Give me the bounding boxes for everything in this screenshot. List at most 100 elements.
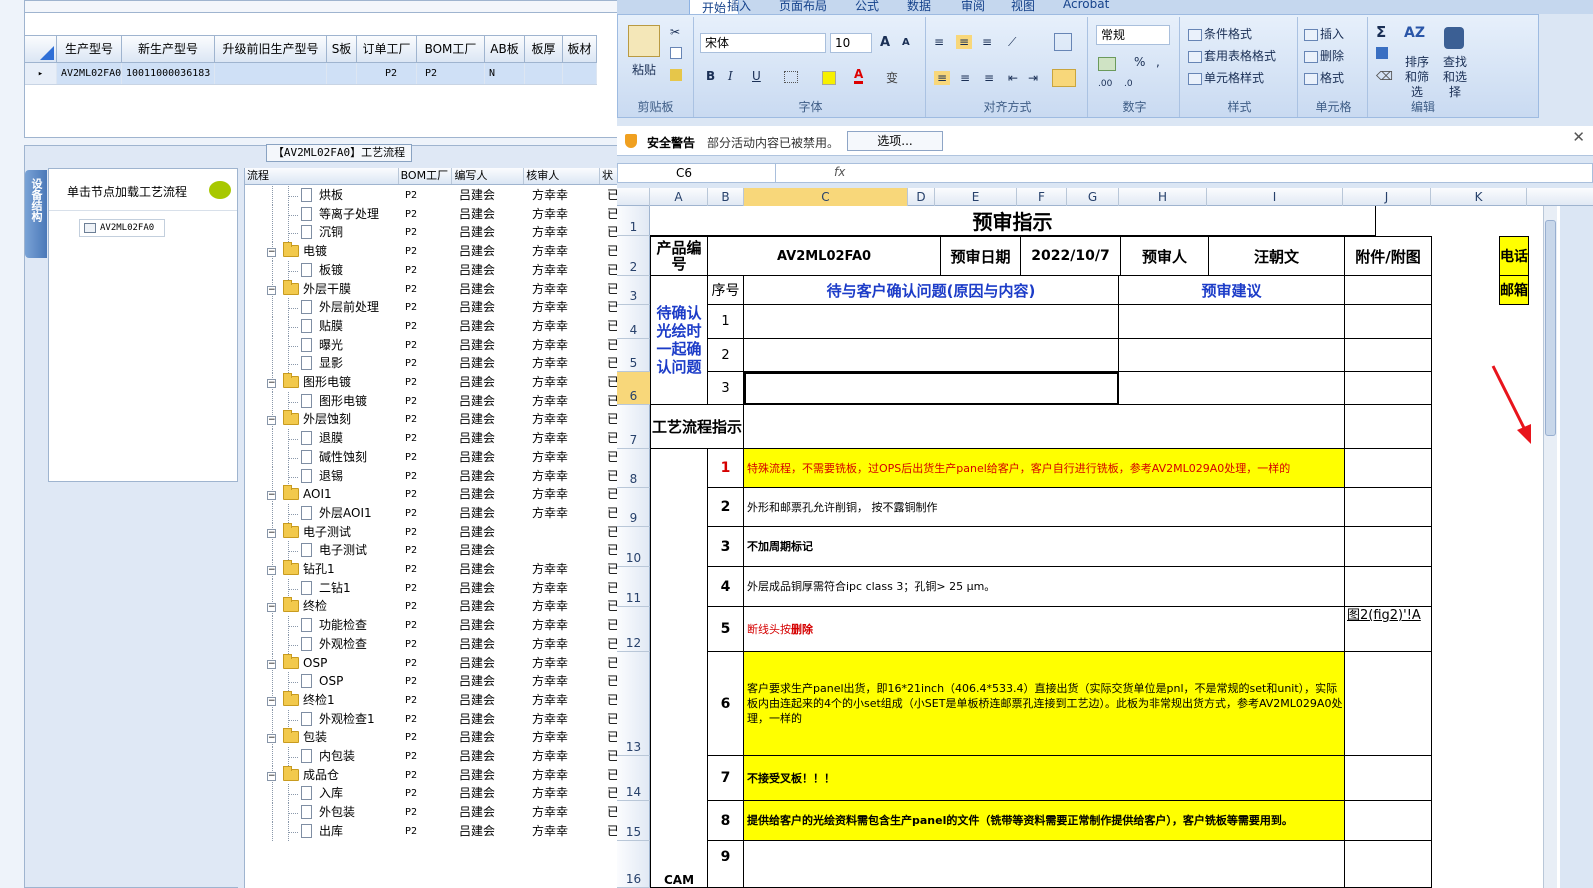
delete-button[interactable]: 删除: [1304, 47, 1344, 64]
sort-filter-icon[interactable]: AZ: [1404, 25, 1428, 49]
tree-row[interactable]: 电子测试 P2 吕建会已: [245, 541, 620, 561]
tree-row[interactable]: 碱性蚀刻 P2 吕建会 方幸幸已: [245, 447, 620, 467]
attach-cell[interactable]: [1345, 567, 1432, 607]
tree-row[interactable]: 内包装 P2 吕建会 方幸幸已: [245, 747, 620, 766]
tab-formulas[interactable]: 公式: [855, 0, 879, 14]
tree-row[interactable]: 外层AOI1 P2 吕建会 方幸幸已: [245, 503, 620, 523]
item-text[interactable]: 提供给客户的光绘资料需包含生产panel的文件（铣带等资料需要正常制作提供给客户…: [744, 801, 1345, 841]
tree-col-header[interactable]: 流程: [245, 168, 399, 184]
align-left-icon[interactable]: ≡: [934, 71, 951, 85]
confirm-num[interactable]: 2: [708, 339, 744, 372]
fill-color-icon[interactable]: [822, 71, 836, 85]
collapse-toggle[interactable]: −: [267, 771, 276, 781]
active-cell-c6[interactable]: [744, 372, 1119, 405]
grid-cell[interactable]: [215, 63, 327, 84]
grid-cell[interactable]: P2: [417, 63, 485, 84]
tree-row[interactable]: − 终检 P2 吕建会 方幸幸已: [245, 597, 620, 617]
item-number[interactable]: 9: [708, 841, 744, 888]
collapse-toggle[interactable]: −: [267, 379, 276, 388]
item-text[interactable]: 特殊流程，不需要铣板，过OPS后出货生产panel给客户，客户自行进行铣板，参考…: [744, 449, 1345, 488]
tree-row[interactable]: − 包装 P2 吕建会 方幸幸已: [245, 728, 620, 748]
chat-bubble-icon[interactable]: [209, 181, 231, 199]
align-top-icon[interactable]: ≡: [934, 35, 944, 49]
collapse-toggle[interactable]: −: [267, 659, 276, 669]
border-icon[interactable]: [784, 71, 798, 83]
item-text[interactable]: 断线头按 删除: [744, 607, 1345, 652]
item-number[interactable]: 6: [708, 652, 744, 756]
advice-cell[interactable]: [1119, 372, 1345, 405]
grid-cell[interactable]: [525, 63, 563, 84]
tree-col-header[interactable]: 核审人: [524, 168, 601, 184]
side-tab-equipment[interactable]: 设备结构: [25, 170, 47, 258]
row-header[interactable]: 8: [617, 449, 650, 488]
phone-label[interactable]: 电话: [1499, 236, 1529, 276]
tree-row[interactable]: 退膜 P2 吕建会 方幸幸已: [245, 429, 620, 449]
seq-label[interactable]: 序号: [708, 276, 744, 305]
issue-cell[interactable]: [744, 305, 1119, 339]
tab-data[interactable]: 数据: [907, 0, 931, 14]
number-format-select[interactable]: 常规: [1096, 25, 1170, 45]
row-header[interactable]: 5: [617, 339, 650, 372]
process-title-tab[interactable]: 【AV2ML02FA0】工艺流程: [266, 144, 412, 162]
tree-row[interactable]: − 外层干膜 P2 吕建会 方幸幸已: [245, 279, 620, 299]
date-value[interactable]: 2022/10/7: [1021, 236, 1121, 276]
font-size-select[interactable]: 10: [830, 33, 872, 53]
fill-icon[interactable]: [1376, 47, 1388, 59]
advice-cell[interactable]: [1119, 305, 1345, 339]
col-header[interactable]: BOM工厂: [417, 36, 485, 62]
paste-button[interactable]: 粘贴: [632, 61, 656, 78]
col-header[interactable]: F: [1017, 188, 1067, 206]
grid-cell[interactable]: 10011000036183: [122, 63, 215, 84]
tree-row[interactable]: 等离子处理 P2 吕建会 方幸幸已: [245, 204, 620, 224]
indent-increase-icon[interactable]: ⇥: [1028, 71, 1038, 85]
orientation-icon[interactable]: ⟋: [1008, 35, 1016, 50]
currency-icon[interactable]: [1098, 57, 1116, 71]
item-text[interactable]: 外层成品铜厚需符合ipc class 3；孔铜> 25 μm。: [744, 567, 1345, 607]
tab-insert[interactable]: 插入: [727, 0, 751, 14]
product-value[interactable]: AV2ML02FA0: [708, 236, 941, 276]
tab-view[interactable]: 视图: [1011, 0, 1035, 14]
row-header[interactable]: 1: [617, 206, 650, 236]
row-header[interactable]: 10: [617, 527, 650, 567]
col-header[interactable]: C: [744, 188, 908, 206]
tree-row[interactable]: 显影 P2 吕建会 方幸幸已: [245, 354, 620, 374]
tree-row[interactable]: − 成品仓 P2 吕建会 方幸幸已: [245, 765, 620, 785]
col-header[interactable]: 板材: [563, 36, 597, 62]
tab-review[interactable]: 审阅: [961, 0, 985, 14]
align-center-icon[interactable]: ≡: [960, 71, 970, 85]
tree-row[interactable]: 外层前处理 P2 吕建会 方幸幸已: [245, 298, 620, 318]
grid-cell[interactable]: [327, 63, 357, 84]
reviewer-label[interactable]: 预审人: [1121, 236, 1209, 276]
phonetic-icon[interactable]: 变: [886, 69, 898, 86]
tree-row[interactable]: − 电镀 P2 吕建会 方幸幸已: [245, 242, 620, 262]
date-label[interactable]: 预审日期: [941, 236, 1021, 276]
attach-cell[interactable]: [1345, 488, 1432, 527]
attach-cell[interactable]: [1345, 527, 1432, 567]
clear-icon[interactable]: ⌫: [1376, 69, 1393, 83]
row-header[interactable]: 7: [617, 405, 650, 449]
grid-cell[interactable]: P2: [357, 63, 417, 84]
grid-data-row[interactable]: ▸ AV2ML02FA0 10011000036183 P2 P2 N: [25, 63, 597, 85]
tree-row[interactable]: − 钻孔1 P2 吕建会 方幸幸已: [245, 560, 620, 579]
row-header[interactable]: 6: [617, 372, 650, 405]
vertical-scrollbar[interactable]: [1543, 206, 1557, 888]
tree-row[interactable]: 功能检查 P2 吕建会 方幸幸已: [245, 616, 620, 636]
attach-cell[interactable]: [1345, 449, 1432, 488]
tree-row[interactable]: − OSP P2 吕建会 方幸幸已: [245, 653, 620, 673]
comma-icon[interactable]: ,: [1156, 55, 1160, 69]
col-header[interactable]: D: [908, 188, 935, 206]
tree-row[interactable]: 烘板 P2 吕建会 方幸幸已: [245, 186, 620, 205]
col-header[interactable]: J: [1343, 188, 1431, 206]
item-text[interactable]: 不接受叉板！！！: [744, 756, 1345, 801]
confirm-num[interactable]: 1: [708, 305, 744, 339]
attach-cell[interactable]: [1345, 756, 1432, 801]
grid-cell[interactable]: AV2ML02FA0: [57, 63, 122, 84]
attach-cell[interactable]: [1345, 652, 1432, 756]
attach-cell[interactable]: [1345, 276, 1432, 305]
col-header[interactable]: 新生产型号: [122, 36, 215, 62]
row-header[interactable]: 9: [617, 488, 650, 527]
increase-decimal-icon[interactable]: .00: [1098, 79, 1112, 89]
tree-row[interactable]: − 终检1 P2 吕建会 方幸幸已: [245, 690, 620, 710]
tree-row[interactable]: 二钻1 P2 吕建会 方幸幸已: [245, 578, 620, 598]
tree-row[interactable]: 外包装 P2 吕建会 方幸幸已: [245, 803, 620, 823]
